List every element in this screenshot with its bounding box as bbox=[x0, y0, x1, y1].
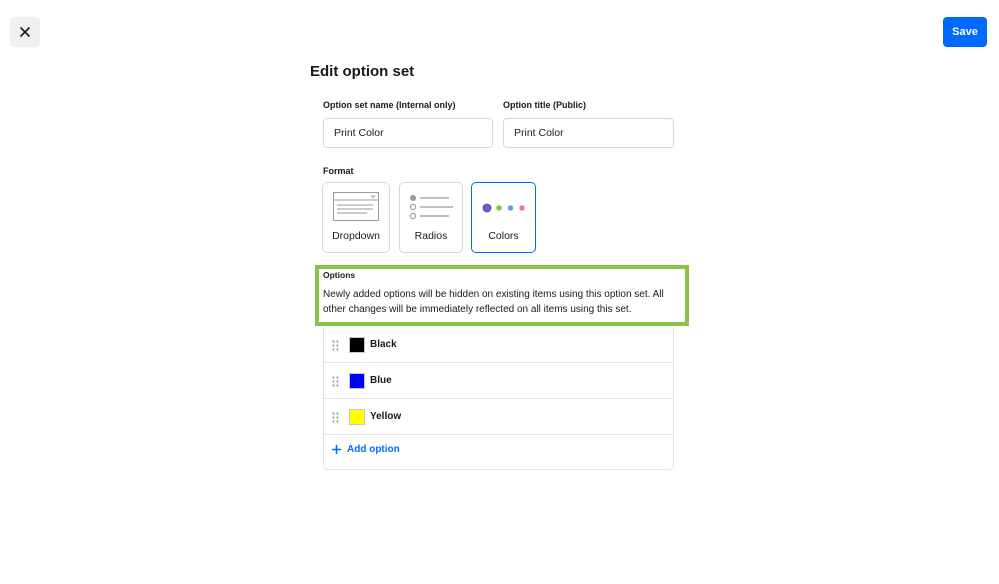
plus-icon bbox=[332, 445, 341, 454]
close-button[interactable] bbox=[10, 17, 40, 47]
colors-icon bbox=[482, 203, 525, 213]
option-set-name-label: Option set name (Internal only) bbox=[323, 100, 456, 110]
option-name: Blue bbox=[370, 375, 392, 386]
drag-handle-icon[interactable] bbox=[332, 412, 339, 423]
format-label: Format bbox=[323, 166, 354, 176]
option-title-input[interactable] bbox=[503, 118, 674, 148]
drag-handle-icon[interactable] bbox=[332, 340, 339, 351]
page-title: Edit option set bbox=[310, 63, 415, 80]
option-set-name-input[interactable] bbox=[323, 118, 493, 148]
drag-handle-icon[interactable] bbox=[332, 376, 339, 387]
format-card-dropdown[interactable]: Dropdown bbox=[322, 182, 390, 253]
dropdown-icon bbox=[333, 192, 379, 221]
format-card-radios[interactable]: Radios bbox=[399, 182, 463, 253]
add-option-label: Add option bbox=[347, 444, 400, 455]
format-card-colors[interactable]: Colors bbox=[471, 182, 536, 253]
option-row-black[interactable]: Black bbox=[324, 327, 673, 363]
format-card-label: Colors bbox=[488, 230, 519, 242]
option-row-yellow[interactable]: Yellow bbox=[324, 399, 673, 435]
options-list: Black Blue Yellow Add option bbox=[323, 327, 674, 470]
format-card-label: Dropdown bbox=[332, 230, 380, 242]
radios-icon bbox=[409, 195, 453, 220]
options-label: Options bbox=[323, 270, 356, 280]
format-card-label: Radios bbox=[414, 230, 448, 242]
color-swatch[interactable] bbox=[349, 373, 365, 389]
add-option-button[interactable]: Add option bbox=[332, 444, 400, 455]
option-row-blue[interactable]: Blue bbox=[324, 363, 673, 399]
option-title-label: Option title (Public) bbox=[503, 100, 586, 110]
option-name: Yellow bbox=[370, 411, 402, 422]
color-swatch[interactable] bbox=[349, 409, 365, 425]
option-name: Black bbox=[370, 339, 397, 350]
save-button[interactable]: Save bbox=[943, 17, 987, 47]
close-icon bbox=[20, 27, 30, 37]
options-description: Newly added options will be hidden on ex… bbox=[323, 289, 664, 315]
color-swatch[interactable] bbox=[349, 337, 365, 353]
